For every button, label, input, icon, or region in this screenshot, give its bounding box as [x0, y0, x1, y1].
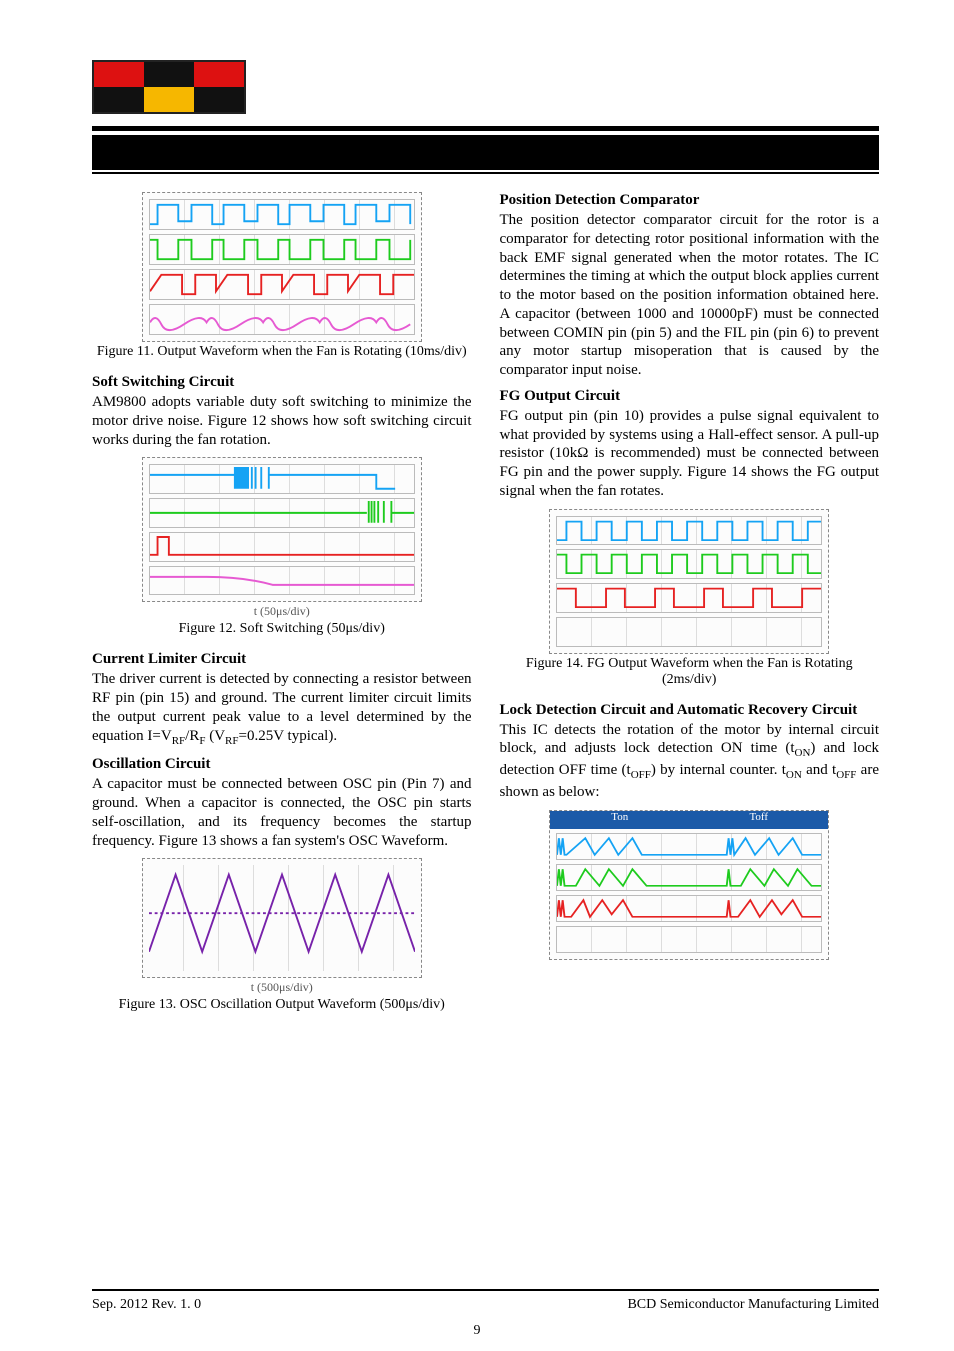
divider	[92, 126, 879, 131]
figure-13-caption: Figure 13. OSC Oscillation Output Wavefo…	[92, 997, 472, 1013]
figure-11	[142, 192, 422, 342]
heading-fg-output: FG Output Circuit	[500, 388, 880, 405]
heading-oscillation: Oscillation Circuit	[92, 756, 472, 773]
heading-soft-switching: Soft Switching Circuit	[92, 374, 472, 391]
para-current-limiter: The driver current is detected by connec…	[92, 670, 472, 748]
figure-13-xaxis: t (500μs/div)	[92, 978, 472, 995]
figure-14-caption: Figure 14. FG Output Waveform when the F…	[500, 656, 880, 688]
para-position-detection: The position detector comparator circuit…	[500, 211, 880, 380]
heading-lock-detection: Lock Detection Circuit and Automatic Rec…	[500, 702, 880, 719]
heading-position-detection: Position Detection Comparator	[500, 192, 880, 209]
para-fg-output: FG output pin (pin 10) provides a pulse …	[500, 407, 880, 501]
figure-12-xaxis: t (50μs/div)	[92, 602, 472, 619]
para-oscillation: A capacitor must be connected between OS…	[92, 775, 472, 850]
figure-15-label-toff: Toff	[689, 811, 828, 829]
brand-logo	[92, 60, 246, 114]
figure-15: Ton Toff	[549, 810, 829, 960]
divider	[92, 1289, 879, 1291]
figure-13	[142, 858, 422, 978]
para-lock-detection: This IC detects the rotation of the moto…	[500, 721, 880, 802]
figure-14	[549, 509, 829, 654]
figure-15-label-ton: Ton	[550, 811, 689, 829]
divider	[92, 172, 879, 174]
header-band	[92, 135, 879, 170]
para-soft-switching: AM9800 adopts variable duty soft switchi…	[92, 393, 472, 449]
figure-12-caption: Figure 12. Soft Switching (50μs/div)	[92, 621, 472, 637]
figure-11-caption: Figure 11. Output Waveform when the Fan …	[92, 344, 472, 360]
footer-right: BCD Semiconductor Manufacturing Limited	[627, 1297, 879, 1313]
heading-current-limiter: Current Limiter Circuit	[92, 651, 472, 668]
footer-left: Sep. 2012 Rev. 1. 0	[92, 1297, 201, 1313]
page-number: 9	[0, 1323, 954, 1339]
figure-12	[142, 457, 422, 602]
